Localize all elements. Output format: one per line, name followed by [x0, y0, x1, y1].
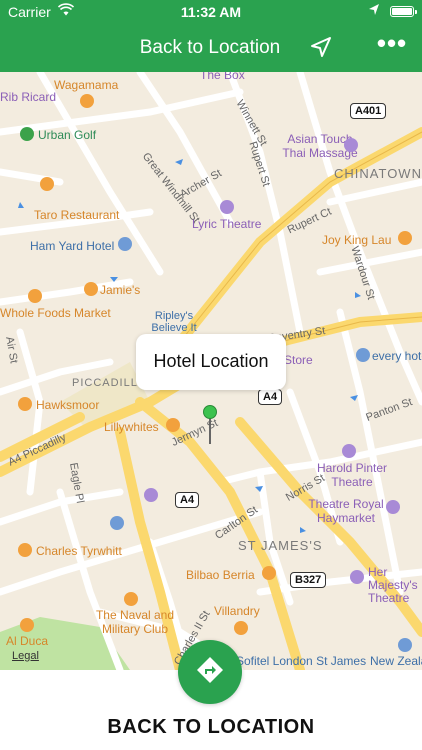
place-label[interactable]: New Zealand High Commission	[370, 654, 422, 668]
legal-link[interactable]: Legal	[12, 650, 39, 662]
place-label[interactable]: Taro Restaurant	[34, 208, 119, 222]
place-label[interactable]: Whole Foods Market	[0, 306, 111, 320]
status-bar: Carrier 11:32 AM	[0, 0, 422, 24]
restaurant-icon[interactable]	[234, 621, 248, 635]
place-label[interactable]: Wagamama	[54, 78, 118, 92]
battery-icon	[390, 6, 417, 17]
place-label[interactable]: Al Duca	[6, 634, 48, 648]
road-shield: A4	[175, 492, 200, 508]
directions-button[interactable]	[178, 640, 242, 704]
more-dots-icon[interactable]: •••	[370, 30, 414, 60]
transit-icon[interactable]	[110, 516, 124, 530]
clock: 11:32 AM	[180, 4, 242, 20]
place-label[interactable]: Charles Tyrwhitt	[36, 544, 122, 558]
place-label[interactable]: Sofitel London St James	[236, 654, 366, 668]
place-label[interactable]: Rib Ricard	[0, 90, 56, 104]
hotel-location-callout[interactable]: Hotel Location	[136, 334, 286, 390]
place-label[interactable]: Harold Pinter Theatre	[312, 461, 392, 489]
theatre-icon[interactable]	[350, 570, 364, 584]
golf-icon[interactable]	[20, 127, 34, 141]
place-label[interactable]: Jamie's	[100, 283, 140, 297]
place-label[interactable]: Joy King Lau	[322, 233, 391, 247]
theatre-icon[interactable]	[386, 500, 400, 514]
pin-stick	[209, 418, 211, 444]
restaurant-icon[interactable]	[18, 397, 32, 411]
road-shield: A4	[258, 389, 283, 405]
place-label[interactable]: Bilbao Berria	[186, 568, 255, 582]
hotel-icon[interactable]	[118, 237, 132, 251]
place-label[interactable]: Lillywhites	[104, 420, 159, 434]
spa-icon[interactable]	[344, 138, 358, 152]
place-label[interactable]: every hotel	[372, 349, 422, 363]
nav-title: Back to Location	[139, 37, 281, 58]
location-arrow-icon[interactable]	[308, 35, 334, 61]
place-label[interactable]: Theatre Royal Haymarket	[306, 497, 386, 525]
area-label: CHINATOWN	[334, 166, 422, 181]
point-of-interest-icon[interactable]	[144, 488, 158, 502]
place-label[interactable]: Urban Golf	[38, 128, 96, 142]
embassy-icon[interactable]	[398, 638, 412, 652]
shopping-icon[interactable]	[166, 418, 180, 432]
road-shield: A401	[350, 103, 387, 119]
location-pin-icon[interactable]	[203, 405, 217, 419]
shopping-icon[interactable]	[28, 289, 42, 303]
road-shield: B327	[290, 572, 327, 588]
back-to-location-label[interactable]: BACK TO LOCATION	[0, 716, 422, 739]
restaurant-icon[interactable]	[20, 618, 34, 632]
restaurant-icon[interactable]	[80, 94, 94, 108]
place-label[interactable]: Hawksmoor	[36, 398, 99, 412]
place-label[interactable]: Villandry	[214, 604, 260, 618]
directions-icon	[195, 655, 225, 690]
nav-bar: Back to Location •••	[0, 24, 422, 72]
callout-title: Hotel Location	[153, 351, 269, 371]
restaurant-icon[interactable]	[84, 282, 98, 296]
restaurant-icon[interactable]	[262, 566, 276, 580]
map-view[interactable]: CHINATOWN PICCADILLY CIRCUS ST JAMES'S A…	[0, 72, 422, 670]
restaurant-icon[interactable]	[398, 231, 412, 245]
hotel-icon[interactable]	[356, 348, 370, 362]
area-label: ST JAMES'S	[238, 538, 323, 553]
shopping-icon[interactable]	[18, 543, 32, 557]
theatre-icon[interactable]	[220, 200, 234, 214]
place-label[interactable]: Lyric Theatre	[192, 217, 261, 231]
location-services-icon	[368, 3, 380, 20]
place-label[interactable]: The Naval and Military Club	[90, 608, 180, 636]
restaurant-icon[interactable]	[40, 177, 54, 191]
place-label[interactable]: Her Majesty's Theatre	[368, 566, 422, 605]
theatre-icon[interactable]	[342, 444, 356, 458]
place-label[interactable]: Ham Yard Hotel	[30, 239, 114, 253]
place-label[interactable]: The Box	[200, 72, 245, 82]
restaurant-icon[interactable]	[124, 592, 138, 606]
